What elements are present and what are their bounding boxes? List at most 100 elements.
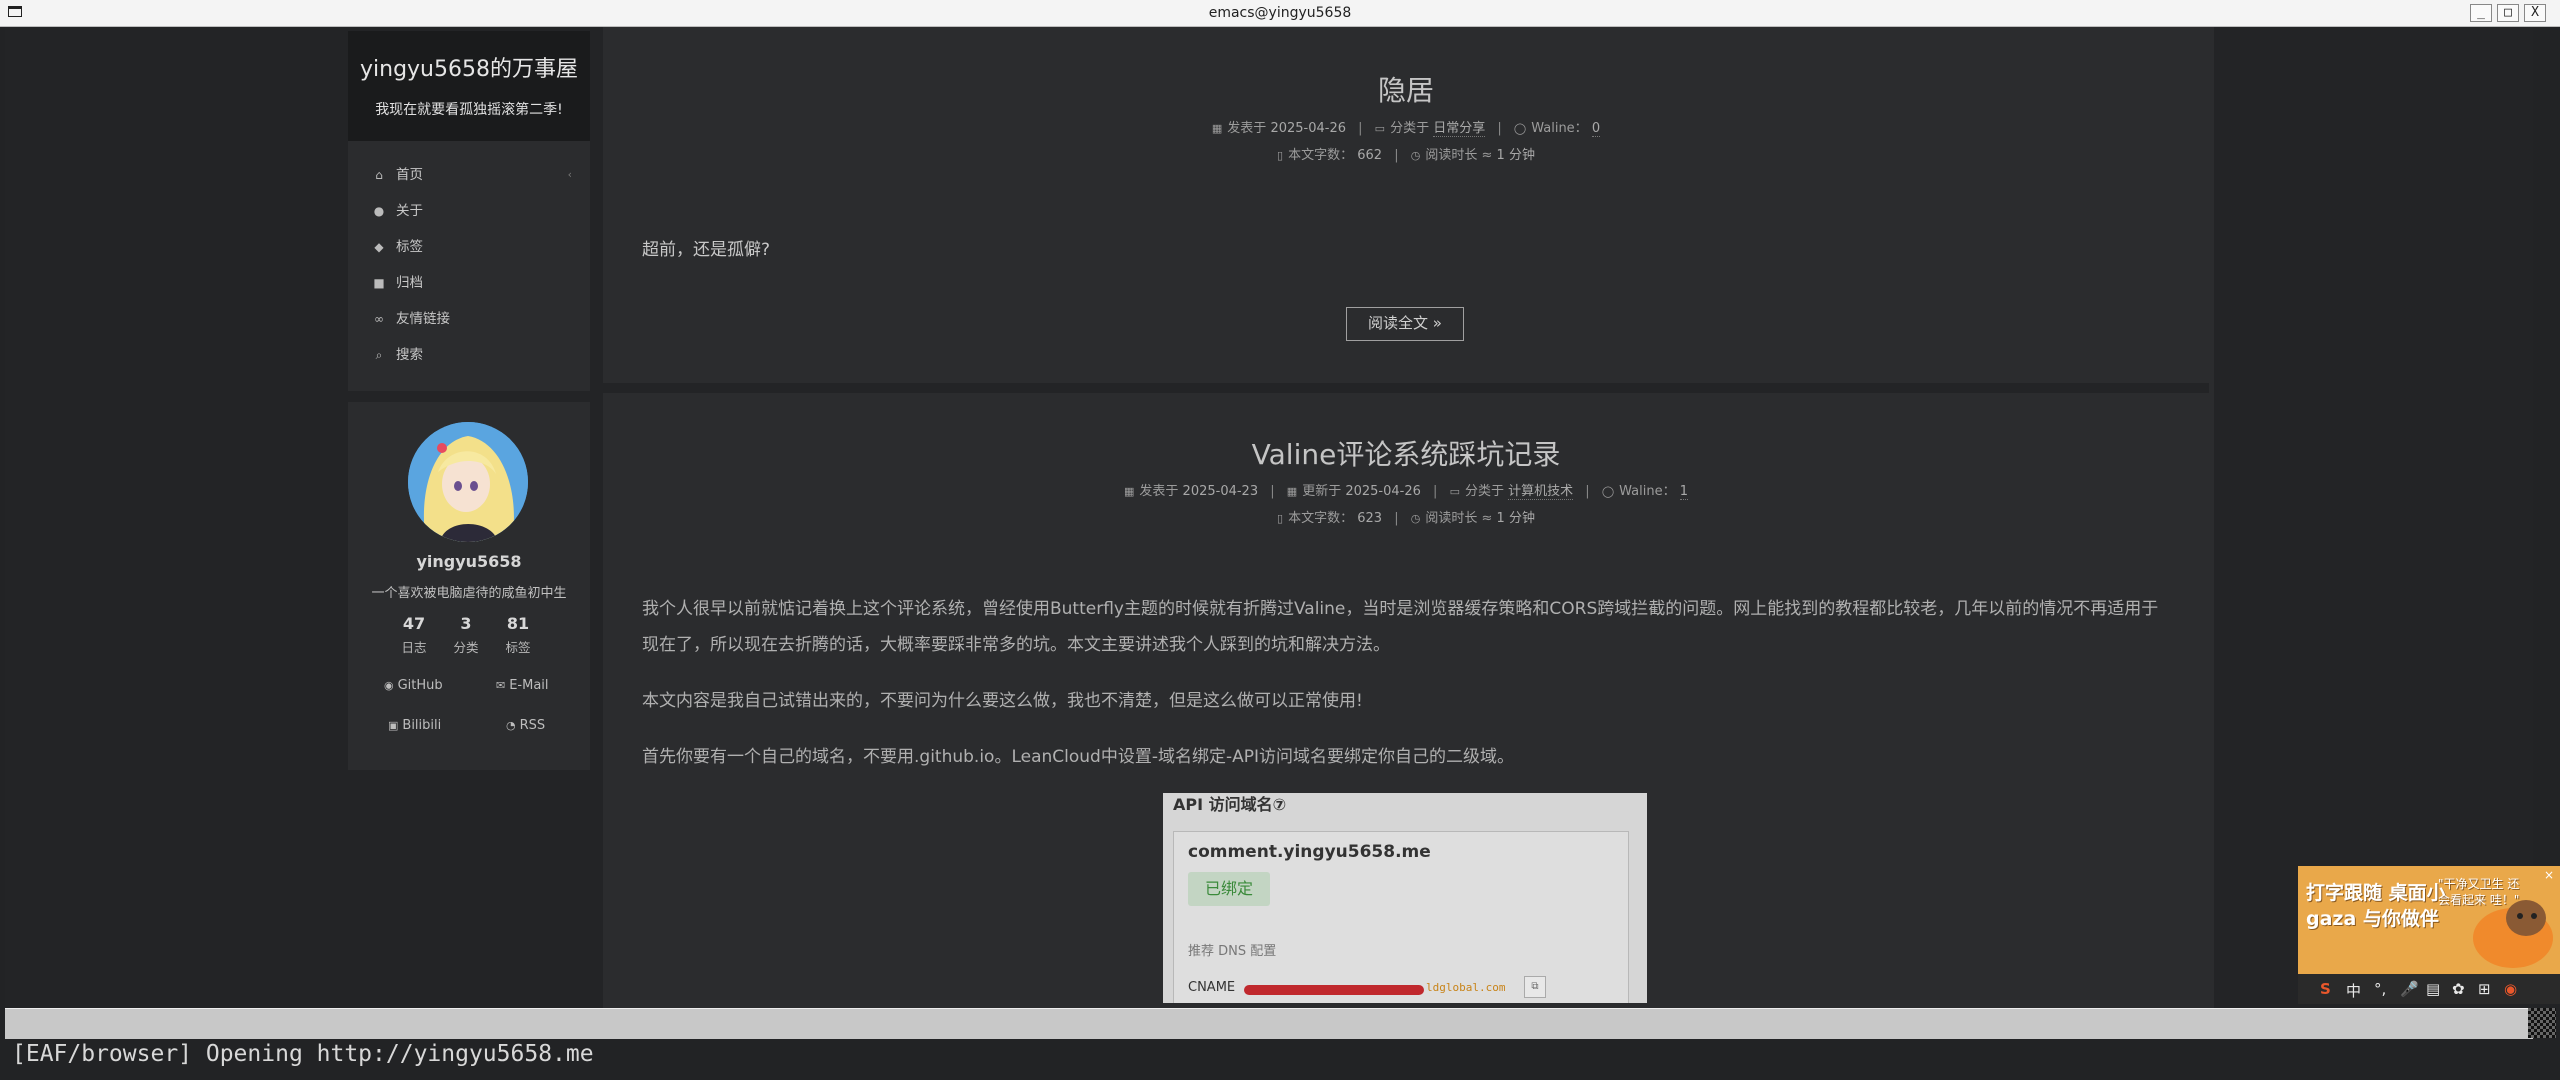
sidebar-menu: ⌂ 首页 ‹ ● 关于 ◆ 标签 ■ 归档 ∞ 友情链接 ⌕ 搜索 [348, 141, 590, 391]
post-comments[interactable]: 0 [1591, 121, 1601, 137]
file-icon: ▯ [1277, 149, 1284, 162]
stat-label: 日志 [401, 640, 427, 655]
widget-quote: "干净又卫生 还会看起来 哇！" [2438, 877, 2520, 907]
toolbox-icon[interactable]: ⊞ [2478, 980, 2491, 998]
site-subtitle: 我现在就要看孤独摇滚第二季! [375, 102, 563, 118]
post-date: 2025-04-26 [1270, 121, 1346, 136]
word-count: 623 [1357, 511, 1383, 526]
menu-item-links[interactable]: ∞ 友情链接 [370, 307, 580, 331]
copy-icon: ⧉ [1524, 976, 1546, 998]
tags-icon: ◆ [374, 240, 384, 254]
read-more-button[interactable]: 阅读全文 » [1346, 307, 1464, 341]
scrollbar[interactable] [2209, 27, 2214, 1008]
bilibili-link[interactable]: ▣ Bilibili [388, 718, 441, 733]
redaction-bar [1244, 985, 1424, 995]
close-button[interactable]: X [2524, 4, 2546, 22]
author-profile: yingyu5658 一个喜欢被电脑虐待的咸鱼初中生 47 日志 3 分类 81… [348, 402, 590, 770]
email-link[interactable]: ✉ E-Mail [496, 678, 549, 693]
sogou-icon[interactable]: S [2320, 980, 2331, 998]
menu-label: 关于 [396, 203, 423, 219]
desktop-pet-widget[interactable]: 打字跟随 桌面小gaza 与你做伴 "干净又卫生 还会看起来 哇！" × [2298, 866, 2560, 974]
link-label: E-Mail [509, 678, 549, 693]
stat-categories[interactable]: 3 分类 [446, 614, 486, 656]
post-paragraph: 首先你要有一个自己的域名，不要用.github.io。LeanCloud中设置-… [642, 747, 1514, 767]
author-description: 一个喜欢被电脑虐待的咸鱼初中生 [371, 586, 567, 601]
menu-item-archive[interactable]: ■ 归档 [370, 271, 580, 295]
site-title[interactable]: yingyu5658的万事屋 [348, 51, 590, 83]
search-icon: ⌕ [375, 348, 383, 362]
comment-icon: ◯ [1601, 485, 1615, 498]
link-label: RSS [519, 718, 546, 733]
meta-label: Waline： [1531, 121, 1588, 136]
post-updated-date: 2025-04-26 [1345, 484, 1421, 499]
stat-posts[interactable]: 47 日志 [394, 614, 434, 656]
menu-item-tags[interactable]: ◆ 标签 [370, 235, 580, 259]
meta-separator: | [1497, 121, 1502, 136]
meta-separator: | [1358, 121, 1363, 136]
sogou-logo-icon[interactable]: ◉ [2504, 980, 2517, 998]
menu-item-about[interactable]: ● 关于 [370, 199, 580, 223]
bilibili-icon: ▣ [388, 719, 399, 732]
mode-line-indicator [2528, 1008, 2556, 1038]
menu-label: 标签 [396, 239, 423, 255]
rss-link[interactable]: ◔ RSS [506, 718, 545, 733]
screenshot-dns-label: 推荐 DNS 配置 [1188, 944, 1277, 959]
mode-line [5, 1008, 2533, 1039]
reading-time: 1 分钟 [1496, 148, 1535, 163]
menu-label: 友情链接 [396, 311, 450, 327]
close-icon[interactable]: × [2544, 868, 2554, 882]
post-category[interactable]: 日常分享 [1433, 121, 1486, 137]
user-icon: ● [373, 204, 385, 218]
embedded-screenshot: API 访问域名⑦ comment.yingyu5658.me 已绑定 推荐 D… [1163, 793, 1647, 1003]
post-excerpt: 超前，还是孤僻? [642, 240, 771, 260]
system-tray: S 中 °, 🎤 ▤ ✿ ⊞ ◉ [2298, 974, 2560, 1004]
stat-number: 3 [460, 614, 472, 633]
post-title[interactable]: 隐居 [603, 69, 2209, 109]
post-card: 隐居 ▦ 发表于 2025-04-26 | ▭ 分类于 日常分享 | ◯ Waline… [603, 27, 2209, 383]
calendar-icon: ▦ [1211, 122, 1223, 135]
menu-label: 归档 [396, 275, 423, 291]
meta-label: 本文字数： [1288, 148, 1354, 163]
menu-item-search[interactable]: ⌕ 搜索 [370, 343, 580, 367]
post-title[interactable]: Valine评论系统踩坑记录 [603, 433, 2209, 473]
post-category[interactable]: 计算机技术 [1508, 484, 1574, 500]
post-meta: ▦ 发表于 2025-04-23 | ▦ 更新于 2025-04-26 | ▭ 分类于… [603, 480, 2209, 500]
window-titlebar: emacs@yingyu5658 _ □ X [0, 0, 2560, 27]
github-link[interactable]: ◉ GitHub [384, 678, 443, 693]
screenshot-domain-box: comment.yingyu5658.me 已绑定 推荐 DNS 配置 CNAM… [1173, 831, 1629, 1003]
meta-label: 阅读时长 ≈ [1425, 511, 1493, 526]
skin-icon[interactable]: ✿ [2452, 980, 2465, 998]
maximize-button[interactable]: □ [2497, 4, 2519, 22]
github-icon: ◉ [384, 679, 394, 692]
meta-separator: | [1270, 484, 1275, 499]
link-label: Bilibili [402, 718, 442, 733]
rss-icon: ◔ [506, 719, 516, 732]
calendar-icon: ▦ [1123, 485, 1135, 498]
meta-label: 分类于 [1390, 121, 1430, 136]
screenshot-heading: API 访问域名⑦ [1173, 795, 1287, 814]
stat-tags[interactable]: 81 标签 [498, 614, 538, 656]
meta-label: Waline： [1619, 484, 1676, 499]
post-comments[interactable]: 1 [1679, 484, 1689, 500]
minimize-button[interactable]: _ [2470, 4, 2492, 22]
link-label: GitHub [397, 678, 443, 693]
punctuation-icon[interactable]: °, [2374, 980, 2386, 998]
meta-separator: | [1394, 148, 1399, 163]
comment-icon: ◯ [1513, 122, 1527, 135]
post-paragraph: 我个人很早以前就惦记着换上这个评论系统，曾经使用Butterfly主题的时候就有… [642, 599, 2159, 655]
post-meta-stats: ▯ 本文字数： 623 | ◷ 阅读时长 ≈ 1 分钟 [603, 507, 2209, 526]
mail-icon: ✉ [496, 679, 506, 692]
folder-icon: ▭ [1449, 485, 1460, 498]
calendar-check-icon: ▦ [1286, 485, 1298, 498]
keyboard-icon[interactable]: ▤ [2426, 980, 2440, 998]
post-meta: ▦ 发表于 2025-04-26 | ▭ 分类于 日常分享 | ◯ Waline： 0 [603, 117, 2209, 137]
meta-label: 本文字数： [1288, 511, 1354, 526]
microphone-icon[interactable]: 🎤 [2400, 980, 2419, 998]
word-count: 662 [1357, 148, 1383, 163]
post-paragraph: 本文内容是我自己试错出来的，不要问为什么要这么做，我也不清楚，但是这么做可以正常… [642, 691, 1363, 711]
menu-item-home[interactable]: ⌂ 首页 ‹ [370, 163, 580, 187]
screenshot-cname-value: ldglobal.com [1426, 981, 1506, 994]
meta-label: 分类于 [1464, 484, 1504, 499]
input-method-icon[interactable]: 中 [2346, 980, 2361, 1001]
post-meta-stats: ▯ 本文字数： 662 | ◷ 阅读时长 ≈ 1 分钟 [603, 144, 2209, 163]
